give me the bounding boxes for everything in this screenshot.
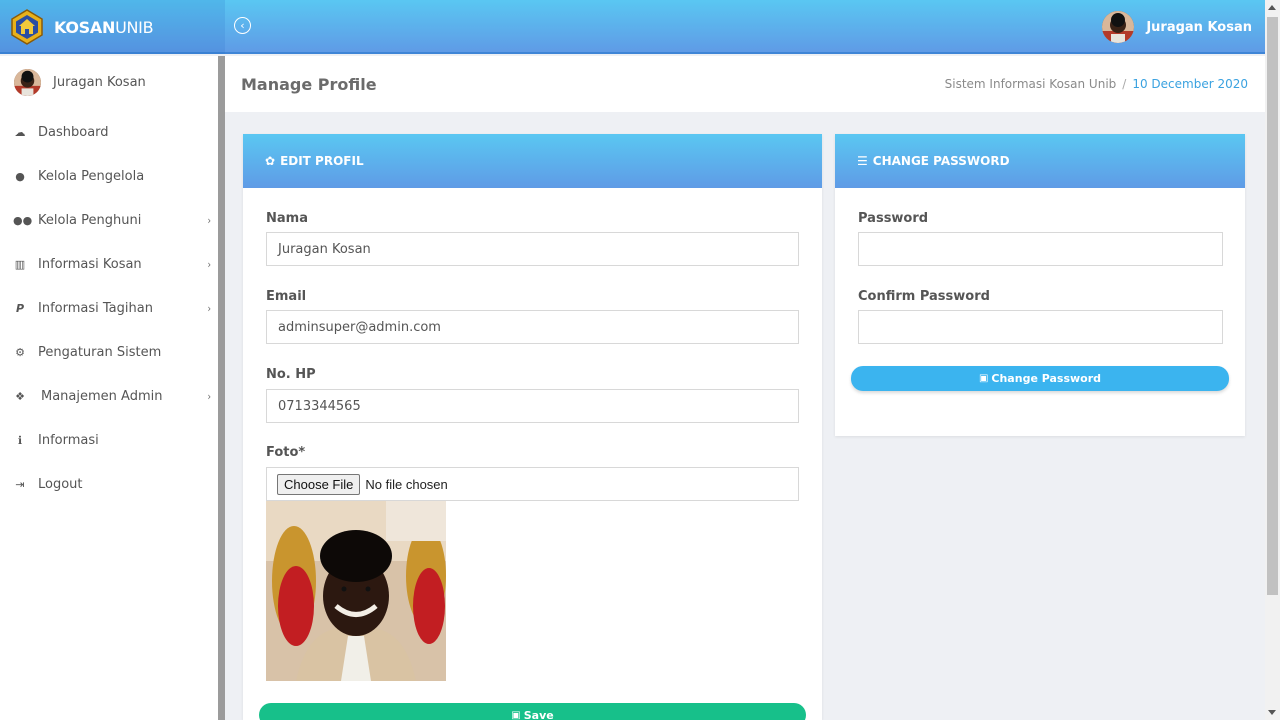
file-status: No file chosen <box>365 476 448 492</box>
sidebar-item-kelola-pengelola[interactable]: ● Kelola Pengelola <box>0 154 218 198</box>
choose-file-button[interactable]: Choose File <box>277 473 361 495</box>
foto-label: Foto* <box>266 445 306 460</box>
nama-label: Nama <box>266 211 308 226</box>
sidebar-item-label: Logout <box>38 476 83 492</box>
sidebar-toggle-button[interactable]: ‹ <box>234 17 251 34</box>
hp-field[interactable]: 0713344565 <box>266 389 799 423</box>
scroll-thumb[interactable] <box>1267 17 1278 595</box>
brand[interactable]: KOSANUNIB <box>0 0 225 54</box>
password-label: Password <box>858 211 929 226</box>
card-title: CHANGE PASSWORD <box>872 154 1010 168</box>
sidebar-item-label: Kelola Penghuni <box>38 212 142 228</box>
users-icon: ●● <box>13 213 33 227</box>
edit-profile-card: ✿ EDIT PROFIL Nama Juragan Kosan Email a… <box>243 134 822 720</box>
change-password-button[interactable]: ▣ Change Password <box>851 366 1229 391</box>
password-field[interactable] <box>858 232 1223 266</box>
sidebar-item-label: Dashboard <box>38 124 109 140</box>
confirm-password-label: Confirm Password <box>858 289 990 304</box>
dashboard-icon: ☁ <box>14 125 26 139</box>
bank-icon: ▥ <box>14 257 26 271</box>
sidebar-item-label: Kelola Pengelola <box>38 168 145 184</box>
breadcrumb-root[interactable]: Sistem Informasi Kosan Unib <box>945 77 1117 91</box>
sidebar-user-name: Juragan Kosan <box>53 74 146 90</box>
change-password-button-label: Change Password <box>991 372 1102 385</box>
paypal-icon: P <box>15 301 25 315</box>
chevron-right-icon: › <box>207 258 211 271</box>
scroll-down-icon[interactable] <box>1268 710 1276 715</box>
foto-file-input[interactable]: Choose File No file chosen <box>266 467 799 501</box>
sign-out-icon: ⇥ <box>15 477 25 491</box>
change-password-card: ☰ CHANGE PASSWORD Password Confirm Passw… <box>835 134 1245 436</box>
sidebar-item-label: Manajemen Admin <box>41 388 163 404</box>
avatar <box>14 68 41 96</box>
sidebar-item-pengaturan-sistem[interactable]: ⚙ Pengaturan Sistem <box>0 330 218 374</box>
content-header: Manage Profile Sistem Informasi Kosan Un… <box>225 56 1265 112</box>
logo-icon <box>9 9 45 45</box>
sidebar-item-informasi-tagihan[interactable]: P Informasi Tagihan › <box>0 286 218 330</box>
cogs-icon: ⚙ <box>15 345 25 359</box>
sidebar-divider <box>218 56 225 720</box>
breadcrumb-separator: / <box>1122 77 1127 91</box>
sidebar-item-kelola-penghuni[interactable]: ●● Kelola Penghuni › <box>0 198 218 242</box>
chevron-right-icon: › <box>207 214 211 227</box>
email-label: Email <box>266 289 307 304</box>
sidebar-item-informasi[interactable]: ℹ Informasi <box>0 418 218 462</box>
hp-label: No. HP <box>266 367 316 382</box>
sidebar-item-label: Informasi <box>38 432 99 448</box>
floppy-disk-icon: ▣ <box>978 373 989 384</box>
cubes-icon: ❖ <box>15 389 25 403</box>
sidebar: Juragan Kosan ☁ Dashboard ● Kelola Penge… <box>0 56 218 720</box>
sidebar-item-logout[interactable]: ⇥ Logout <box>0 462 218 506</box>
sidebar-user: Juragan Kosan <box>0 56 218 108</box>
floppy-disk-icon: ▣ <box>511 709 521 720</box>
profile-photo <box>266 501 446 681</box>
page-scrollbar[interactable] <box>1265 0 1280 720</box>
sidebar-item-label: Informasi Kosan <box>38 256 142 272</box>
arrow-left-circle-icon: ‹ <box>240 19 245 32</box>
nama-field[interactable]: Juragan Kosan <box>266 232 799 266</box>
info-icon: ℹ <box>17 433 23 447</box>
email-field[interactable]: adminsuper@admin.com <box>266 310 799 344</box>
brand-name-light: UNIB <box>115 17 154 37</box>
confirm-password-field[interactable] <box>858 310 1223 344</box>
gear-icon: ✿ <box>265 154 276 168</box>
list-icon: ☰ <box>857 154 868 168</box>
card-header: ✿ EDIT PROFIL <box>243 134 822 188</box>
breadcrumb-current: 10 December 2020 <box>1132 77 1248 91</box>
user-menu[interactable]: Juragan Kosan <box>1102 11 1252 43</box>
avatar <box>1102 11 1135 43</box>
sidebar-item-label: Informasi Tagihan <box>38 300 153 316</box>
save-button-label: Save <box>523 708 554 720</box>
card-header: ☰ CHANGE PASSWORD <box>835 134 1245 188</box>
scroll-up-icon[interactable] <box>1268 5 1276 10</box>
sidebar-item-dashboard[interactable]: ☁ Dashboard <box>0 110 218 154</box>
sidebar-item-manajemen-admin[interactable]: ❖ Manajemen Admin › <box>0 374 218 418</box>
brand-name-bold: KOSAN <box>54 17 116 37</box>
breadcrumb: Sistem Informasi Kosan Unib / 10 December … <box>945 77 1248 91</box>
save-button[interactable]: ▣ Save <box>259 703 806 720</box>
chevron-right-icon: › <box>207 302 211 315</box>
user-name: Juragan Kosan <box>1146 19 1252 35</box>
top-navbar: KOSANUNIB ‹ Juragan Kosan <box>0 0 1265 54</box>
page-title: Manage Profile <box>241 74 377 94</box>
sidebar-item-label: Pengaturan Sistem <box>38 344 162 360</box>
user-icon: ● <box>15 169 25 183</box>
card-title: EDIT PROFIL <box>280 154 364 168</box>
sidebar-item-informasi-kosan[interactable]: ▥ Informasi Kosan › <box>0 242 218 286</box>
chevron-right-icon: › <box>207 390 211 403</box>
